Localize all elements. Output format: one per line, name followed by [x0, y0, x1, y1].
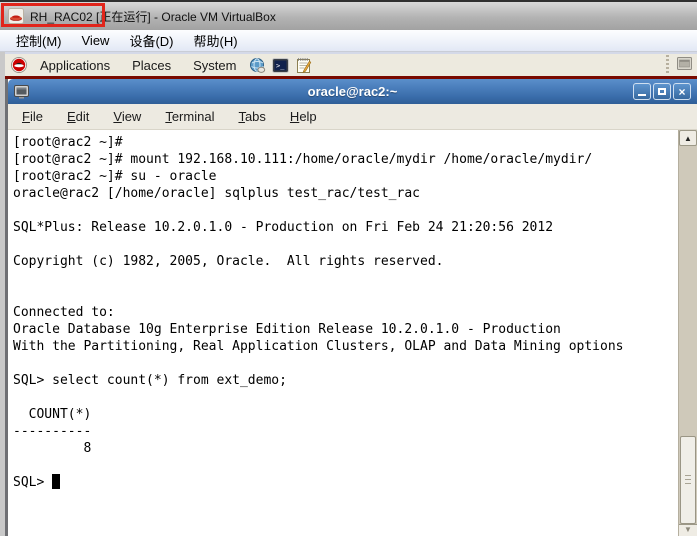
terminal-menu-edit[interactable]: Edit	[67, 109, 89, 124]
virtualbox-vm-icon	[8, 8, 24, 24]
scrollbar-thumb[interactable]	[680, 436, 696, 524]
vbox-menu-view[interactable]: View	[76, 33, 124, 48]
panel-menus: Applications Places System	[31, 58, 245, 73]
terminal-launcher-icon[interactable]: >_	[272, 57, 290, 73]
terminal-menu-view[interactable]: View	[113, 109, 141, 124]
vbox-menu-help[interactable]: 帮助(H)	[188, 31, 252, 50]
window-list-applet-icon[interactable]	[677, 57, 693, 73]
virtualbox-window: RH_RAC02 [正在运行] - Oracle VM VirtualBox 控…	[0, 0, 697, 536]
close-button[interactable]: ×	[673, 83, 691, 100]
panel-menu-applications[interactable]: Applications	[31, 58, 119, 73]
terminal-cursor	[52, 474, 61, 489]
text-editor-icon[interactable]	[295, 57, 312, 74]
scrollbar-up-button[interactable]: ▲	[679, 130, 697, 146]
scrollbar-down-button[interactable]: ▼	[679, 524, 697, 536]
vbox-menu-devices[interactable]: 设备(D)	[123, 31, 187, 50]
terminal-titlebar[interactable]: oracle@rac2:~ ×	[8, 79, 697, 104]
maximize-icon	[658, 88, 666, 95]
terminal-menubar: File Edit View Terminal Tabs Help	[8, 104, 697, 130]
vm-display-area: Applications Places System >_ oracle@rac…	[0, 52, 697, 536]
gnome-top-panel: Applications Places System >_	[5, 52, 697, 76]
svg-text:>_: >_	[276, 62, 285, 70]
minimize-icon	[638, 94, 646, 96]
scrollbar-grip-icon	[685, 475, 691, 485]
panel-separator-handle	[666, 55, 669, 75]
terminal-scrollbar[interactable]: ▲ ▼	[678, 130, 697, 536]
vbox-menu-machine[interactable]: 控制(M)	[10, 31, 76, 50]
vbox-menubar: 控制(M) View 设备(D) 帮助(H)	[0, 30, 697, 52]
maximize-button[interactable]	[653, 83, 671, 100]
terminal-window-icon	[13, 84, 29, 100]
panel-menu-places[interactable]: Places	[123, 58, 180, 73]
terminal-menu-tabs[interactable]: Tabs	[238, 109, 265, 124]
terminal-output-area[interactable]: [root@rac2 ~]# [root@rac2 ~]# mount 192.…	[8, 130, 697, 536]
panel-launchers: >_	[249, 57, 312, 74]
vbox-titlebar[interactable]: RH_RAC02 [正在运行] - Oracle VM VirtualBox	[0, 0, 697, 30]
terminal-title: oracle@rac2:~	[307, 84, 398, 99]
terminal-menu-help[interactable]: Help	[290, 109, 317, 124]
web-browser-icon[interactable]	[249, 57, 266, 73]
terminal-output-text: [root@rac2 ~]# [root@rac2 ~]# mount 192.…	[13, 135, 624, 490]
terminal-menu-terminal[interactable]: Terminal	[165, 109, 214, 124]
redhat-menu-icon[interactable]	[11, 57, 27, 73]
vbox-window-title: RH_RAC02 [正在运行] - Oracle VM VirtualBox	[30, 9, 276, 24]
terminal-menu-file[interactable]: File	[22, 109, 43, 124]
scrollbar-track[interactable]: ▼	[679, 146, 697, 536]
close-icon: ×	[678, 84, 686, 99]
terminal-window: oracle@rac2:~ × File Edit View Terminal …	[5, 79, 697, 536]
minimize-button[interactable]	[633, 83, 651, 100]
terminal-window-controls: ×	[633, 83, 691, 100]
panel-menu-system[interactable]: System	[184, 58, 245, 73]
